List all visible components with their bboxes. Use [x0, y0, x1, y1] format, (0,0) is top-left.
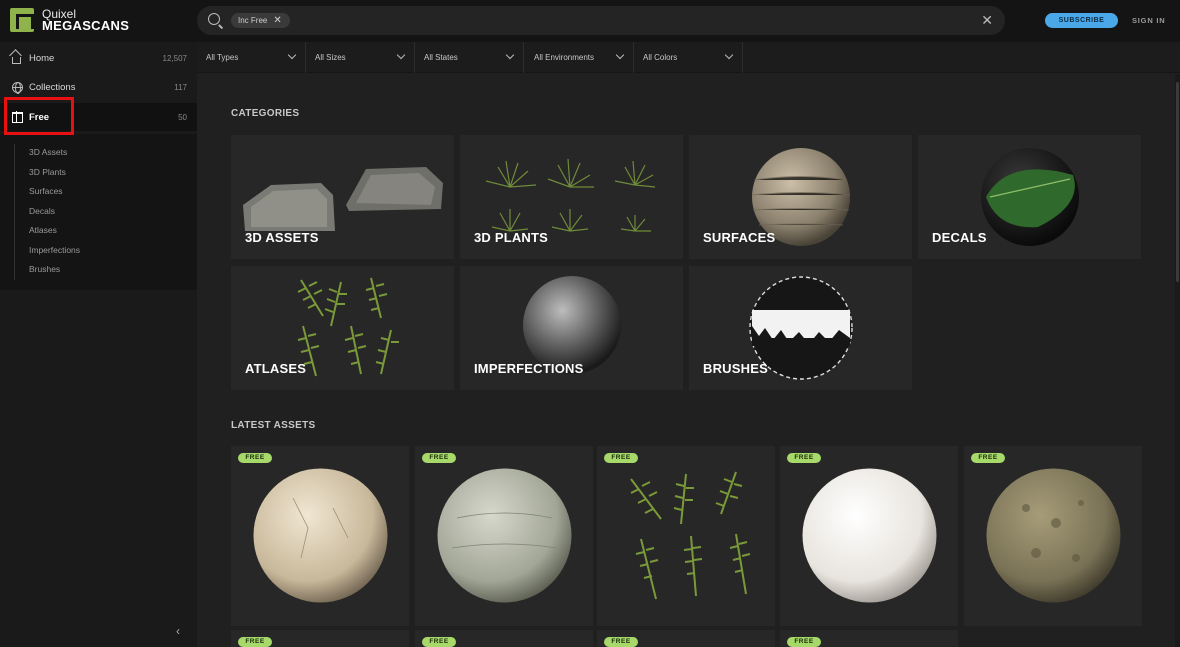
sidebar-item-label: Free [29, 111, 50, 123]
subscribe-button[interactable]: SUBSCRIBE [1045, 13, 1118, 28]
megascans-logo-icon [10, 8, 34, 32]
sub-item-surfaces[interactable]: Surfaces [29, 186, 63, 196]
sub-item-3d-plants[interactable]: 3D Plants [29, 167, 66, 177]
categories-title: CATEGORIES [231, 108, 300, 119]
filter-label: All Colors [643, 53, 678, 62]
filter-types-dropdown[interactable]: All Types [197, 42, 306, 73]
sidebar: Home 12,507 Collections 117 Free 50 3D A… [0, 42, 197, 647]
sidebar-item-label: Home [29, 52, 55, 64]
sidebar-item-label: Collections [29, 81, 76, 93]
category-label: IMPERFECTIONS [474, 361, 584, 376]
asset-card[interactable]: FREE [597, 630, 775, 647]
sub-item-brushes[interactable]: Brushes [29, 264, 60, 274]
sub-item-decals[interactable]: Decals [29, 206, 55, 216]
free-badge: FREE [971, 453, 1005, 463]
top-bar: Quixel MEGASCANS Inc Free ✕ ✕ SUBSCRIBE … [0, 0, 1180, 42]
category-label: ATLASES [245, 361, 307, 376]
category-card-atlases[interactable]: ATLASES [231, 266, 454, 390]
scrollbar[interactable] [1175, 74, 1180, 647]
sidebar-item-count: 117 [174, 82, 187, 92]
category-card-brushes[interactable]: BRUSHES [689, 266, 912, 390]
chip-remove-icon[interactable]: ✕ [273, 13, 281, 28]
asset-card[interactable]: FREE [597, 446, 775, 626]
filter-states-dropdown[interactable]: All States [415, 42, 524, 73]
app-root: Quixel MEGASCANS Inc Free ✕ ✕ SUBSCRIBE … [0, 0, 1180, 647]
chevron-down-icon [396, 50, 406, 60]
asset-card[interactable]: FREE [780, 630, 958, 647]
sidebar-item-free[interactable]: Free 50 [0, 103, 197, 131]
latest-assets-title: LATEST ASSETS [231, 420, 316, 431]
chevron-down-icon [615, 50, 625, 60]
scrollbar-thumb[interactable] [1176, 82, 1179, 282]
sidebar-item-count: 50 [178, 112, 187, 122]
free-badge: FREE [787, 637, 821, 647]
category-label: DECALS [932, 230, 987, 245]
main-content: CATEGORIES 3D ASSETS 3D PLANTS SURFACES … [197, 74, 1180, 647]
category-card-3d-plants[interactable]: 3D PLANTS [460, 135, 683, 259]
filter-label: All Environments [534, 53, 595, 62]
asset-card[interactable]: FREE [415, 630, 593, 647]
category-label: SURFACES [703, 230, 776, 245]
filter-label: All Sizes [315, 53, 346, 62]
filter-chip-free[interactable]: Inc Free ✕ [231, 13, 290, 28]
sidebar-item-collections[interactable]: Collections 117 [0, 73, 197, 101]
asset-sphere-thumbnail [802, 468, 937, 603]
chevron-down-icon [505, 50, 515, 60]
category-card-3d-assets[interactable]: 3D ASSETS [231, 135, 454, 259]
fern-asset-thumbnail [630, 471, 751, 600]
chevron-down-icon [724, 50, 734, 60]
free-sub-nav: 3D Assets 3D Plants Surfaces Decals Atla… [0, 134, 197, 290]
sub-item-imperfections[interactable]: Imperfections [29, 245, 80, 255]
filter-label: All Types [206, 53, 239, 62]
sub-item-3d-assets[interactable]: 3D Assets [29, 147, 67, 157]
free-badge: FREE [422, 453, 456, 463]
asset-card[interactable]: FREE [780, 446, 958, 626]
asset-card[interactable]: FREE [231, 446, 409, 626]
filter-colors-dropdown[interactable]: All Colors [634, 42, 743, 73]
free-badge: FREE [604, 453, 638, 463]
filter-label: All States [424, 53, 458, 62]
asset-sphere-thumbnail [986, 468, 1121, 603]
category-card-decals[interactable]: DECALS [918, 135, 1141, 259]
logo[interactable]: Quixel MEGASCANS [10, 8, 129, 32]
sign-in-link[interactable]: SIGN IN [1132, 16, 1166, 25]
free-badge: FREE [787, 453, 821, 463]
search-clear-icon[interactable]: ✕ [981, 12, 993, 28]
category-label: 3D ASSETS [245, 230, 319, 245]
category-card-imperfections[interactable]: IMPERFECTIONS [460, 266, 683, 390]
asset-card[interactable]: FREE [415, 446, 593, 626]
asset-card[interactable]: FREE [231, 630, 409, 647]
search-icon [208, 13, 220, 25]
free-badge: FREE [604, 637, 638, 647]
free-badge: FREE [238, 637, 272, 647]
free-badge: FREE [422, 637, 456, 647]
chevron-down-icon [287, 50, 297, 60]
logo-line2: MEGASCANS [42, 18, 130, 33]
sub-item-atlases[interactable]: Atlases [29, 225, 57, 235]
sidebar-item-home[interactable]: Home 12,507 [0, 44, 197, 72]
sidebar-item-count: 12,507 [162, 53, 187, 63]
asset-card[interactable]: FREE [964, 446, 1142, 626]
category-label: BRUSHES [703, 361, 768, 376]
home-icon [12, 56, 21, 64]
category-card-surfaces[interactable]: SURFACES [689, 135, 912, 259]
filter-bar: All Types All Sizes All States All Envir… [197, 42, 1180, 73]
globe-icon [12, 81, 23, 94]
sub-nav-divider [14, 144, 15, 280]
asset-sphere-thumbnail [437, 468, 572, 603]
free-badge: FREE [238, 453, 272, 463]
asset-sphere-thumbnail [253, 468, 388, 603]
filter-environments-dropdown[interactable]: All Environments [525, 42, 634, 73]
filter-sizes-dropdown[interactable]: All Sizes [306, 42, 415, 73]
filter-chip-label: Inc Free [238, 16, 268, 25]
category-label: 3D PLANTS [474, 230, 549, 245]
collapse-sidebar-icon[interactable]: ‹ [176, 624, 180, 638]
gift-icon [12, 110, 23, 123]
logo-text: Quixel MEGASCANS [42, 8, 130, 33]
search-bar[interactable]: Inc Free ✕ ✕ [197, 6, 1005, 35]
